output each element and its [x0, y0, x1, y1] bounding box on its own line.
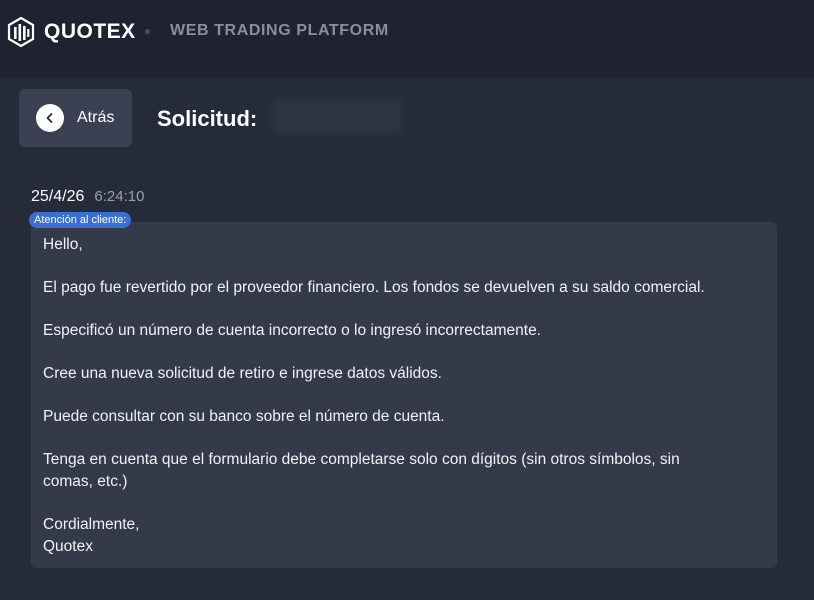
platform-label: WEB TRADING PLATFORM — [170, 22, 389, 39]
message-paragraph-2: Especificó un número de cuenta incorrect… — [43, 322, 541, 339]
message-date: 25/4/26 — [31, 188, 85, 205]
message-paragraph-5-line-1: Tenga en cuenta que el formulario debe c… — [43, 451, 680, 468]
message-bubble: Hello, El pago fue revertido por el prov… — [31, 222, 777, 568]
message-paragraph-5-line-2: comas, etc.) — [43, 473, 128, 490]
logo[interactable]: QUOTEX — [7, 17, 136, 47]
message-closing: Cordialmente, — [43, 516, 140, 533]
message-paragraph-4: Puede consultar con su banco sobre el nú… — [43, 408, 445, 425]
header-separator — [145, 29, 150, 34]
message-paragraph-3: Cree una nueva solicitud de retiro e ing… — [43, 365, 442, 382]
quotex-logo-icon — [7, 17, 35, 47]
message-meta: 25/4/26 6:24:10 — [31, 188, 144, 206]
back-button[interactable]: Atrás — [19, 89, 132, 147]
message-paragraph-1: El pago fue revertido por el proveedor f… — [43, 279, 705, 296]
sender-badge: Atención al cliente: — [29, 212, 132, 228]
message-signature: Quotex — [43, 538, 93, 555]
brand-name: QUOTEX — [44, 20, 136, 43]
message-time: 6:24:10 — [94, 188, 145, 205]
top-bar: QUOTEX WEB TRADING PLATFORM — [0, 0, 814, 64]
chevron-left-icon — [46, 113, 53, 123]
back-button-label: Atrás — [77, 109, 115, 126]
back-circle — [36, 104, 64, 132]
page-title: Solicitud: — [157, 106, 258, 131]
message-greeting: Hello, — [43, 236, 83, 253]
redacted-request-id — [272, 100, 402, 134]
